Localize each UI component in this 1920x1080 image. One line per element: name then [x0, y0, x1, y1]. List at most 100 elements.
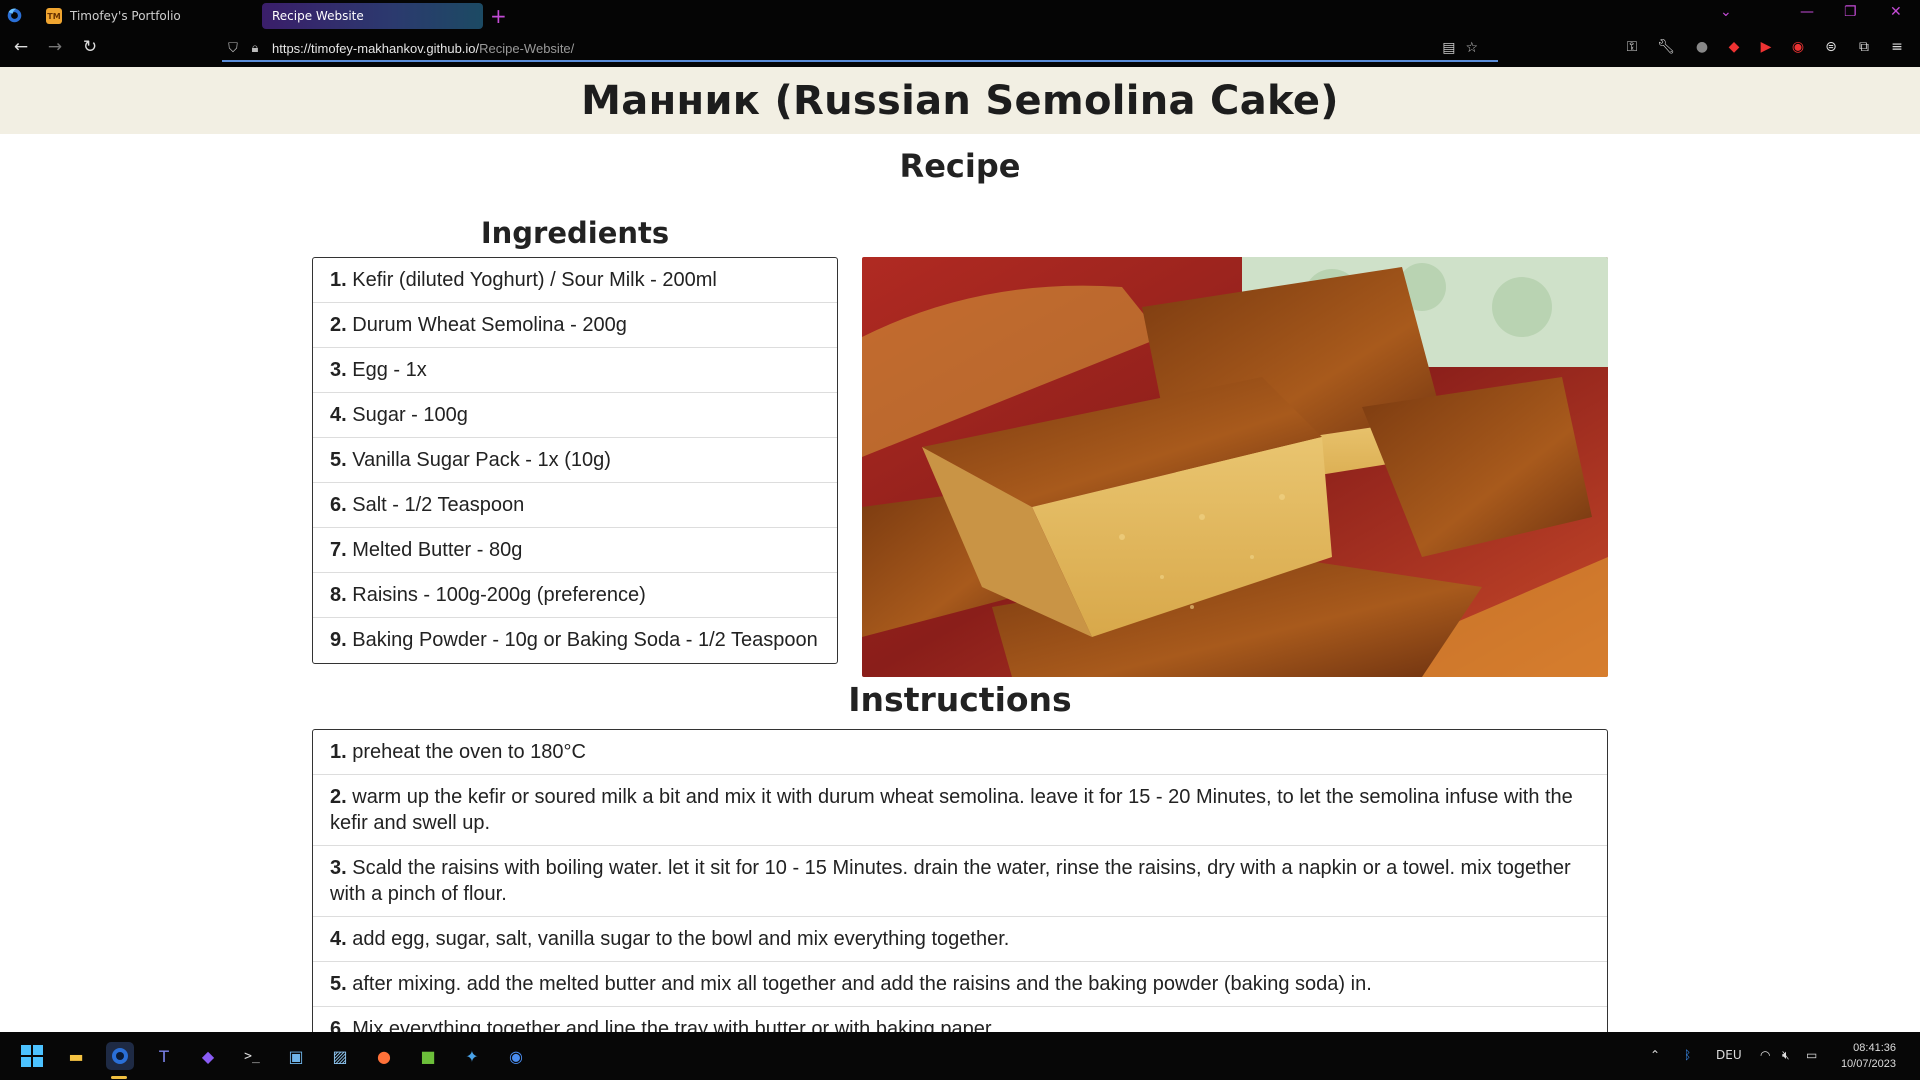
vscode-icon[interactable]: ✦ — [458, 1042, 486, 1070]
extensions-icon[interactable]: ⧉ — [1854, 39, 1874, 55]
ingredient-text: Egg - 1x — [352, 359, 427, 381]
menu-icon[interactable]: ≡ — [1887, 39, 1907, 55]
minimize-icon[interactable]: — — [1800, 4, 1814, 20]
obsidian-icon[interactable]: ◆ — [194, 1042, 222, 1070]
ingredient-text: Baking Powder - 10g or Baking Soda - 1/2… — [352, 629, 818, 651]
ingredient-number: 3. — [330, 359, 347, 381]
ingredient-text: Kefir (diluted Yoghurt) / Sour Milk - 20… — [352, 269, 717, 291]
list-all-tabs-icon[interactable]: ⌄ — [1720, 4, 1732, 20]
ingredient-item: 5. Vanilla Sugar Pack - 1x (10g) — [313, 438, 837, 483]
instructions-list: 1. preheat the oven to 180°C 2. warm up t… — [312, 729, 1608, 1032]
ingredient-number: 9. — [330, 629, 347, 651]
grammar-icon[interactable]: ⊜ — [1821, 39, 1841, 55]
tab-bar: TM Timofey's Portfolio Recipe Website + … — [0, 0, 1920, 31]
ingredient-number: 8. — [330, 584, 347, 606]
instruction-number: 6. — [330, 1018, 347, 1032]
instruction-text: add egg, sugar, salt, vanilla sugar to t… — [352, 928, 1010, 950]
reload-icon[interactable]: ↻ — [78, 37, 102, 57]
screenshot-icon[interactable]: ◉ — [1788, 39, 1808, 55]
tab-label: Timofey's Portfolio — [70, 9, 181, 23]
ingredient-number: 4. — [330, 404, 347, 426]
resource-monitor-icon[interactable]: ▨ — [326, 1042, 354, 1070]
instruction-item: 6. Mix everything together and line the … — [313, 1007, 1607, 1032]
ingredient-number: 1. — [330, 269, 347, 291]
browser-chrome: TM Timofey's Portfolio Recipe Website + … — [0, 0, 1920, 67]
ingredient-number: 7. — [330, 539, 347, 561]
ingredient-item: 9. Baking Powder - 10g or Baking Soda - … — [313, 618, 837, 663]
start-icon[interactable] — [18, 1042, 46, 1070]
ingredient-number: 6. — [330, 494, 347, 516]
show-hidden-icons-icon[interactable]: ⌃ — [1650, 1048, 1660, 1062]
url-text: https://timofey-makhankov.github.io/Reci… — [272, 40, 575, 56]
ingredient-text: Salt - 1/2 Teaspoon — [352, 494, 525, 516]
instruction-number: 3. — [330, 857, 347, 879]
instruction-text: after mixing. add the melted butter and … — [352, 973, 1372, 995]
instruction-number: 1. — [330, 741, 347, 763]
page-header: Манник (Russian Semolina Cake) — [0, 67, 1920, 134]
ingredient-text: Melted Butter - 80g — [352, 539, 523, 561]
active-app-indicator — [111, 1076, 127, 1079]
instruction-number: 2. — [330, 786, 347, 808]
new-tab-button[interactable]: + — [490, 4, 507, 28]
youtube-ext-icon[interactable]: ▶ — [1756, 39, 1776, 55]
forward-icon[interactable]: → — [43, 37, 67, 57]
ingredients-list: 1. Kefir (diluted Yoghurt) / Sour Milk -… — [312, 257, 838, 664]
vpn-icon[interactable]: ● — [1692, 39, 1712, 55]
clock-date: 10/07/2023 — [1840, 1058, 1896, 1070]
tab-label: Recipe Website — [272, 9, 364, 23]
ingredient-item: 2. Durum Wheat Semolina - 200g — [313, 303, 837, 348]
language-indicator[interactable]: DEU — [1716, 1048, 1742, 1062]
bluetooth-icon[interactable]: ᛒ — [1684, 1048, 1691, 1062]
instruction-text: Mix everything together and line the tra… — [352, 1018, 992, 1032]
ingredients-heading: Ingredients — [480, 216, 670, 250]
terminal-icon[interactable]: >_ — [238, 1042, 266, 1070]
key-icon[interactable]: ⚿ — [1622, 39, 1642, 55]
instruction-item: 2. warm up the kefir or soured milk a bi… — [313, 775, 1607, 846]
ingredient-text: Raisins - 100g-200g (preference) — [352, 584, 646, 606]
instruction-item: 5. after mixing. add the melted butter a… — [313, 962, 1607, 1007]
nav-bar: ← → ↻ ⛉ 🔒︎ https://timofey-makhankov.git… — [0, 31, 1920, 67]
semolina-cake-image — [862, 257, 1608, 677]
instructions-heading: Instructions — [848, 680, 1072, 719]
lock-icon[interactable]: 🔒︎ — [244, 41, 266, 56]
cake-photo — [862, 257, 1608, 677]
firefox-menu-icon[interactable] — [6, 7, 23, 24]
volume-muted-icon[interactable]: 🔇︎ — [1782, 1048, 1790, 1063]
ingredient-text: Vanilla Sugar Pack - 1x (10g) — [352, 449, 611, 471]
firefox-icon[interactable]: ● — [370, 1042, 398, 1070]
ingredient-item: 4. Sugar - 100g — [313, 393, 837, 438]
portfolio-favicon-icon: TM — [46, 8, 62, 24]
minecraft-icon[interactable]: ■ — [414, 1042, 442, 1070]
instruction-number: 5. — [330, 973, 347, 995]
ingredient-number: 5. — [330, 449, 347, 471]
control-panel-icon[interactable]: ▣ — [282, 1042, 310, 1070]
ingredient-item: 1. Kefir (diluted Yoghurt) / Sour Milk -… — [313, 258, 837, 303]
ingredient-text: Sugar - 100g — [352, 404, 468, 426]
ingredient-item: 6. Salt - 1/2 Teaspoon — [313, 483, 837, 528]
tracking-shield-icon[interactable]: ⛉ — [222, 41, 244, 56]
wrench-icon[interactable]: 🔧︎ — [1656, 39, 1676, 55]
browser-icon[interactable]: ◉ — [502, 1042, 530, 1070]
firefox-dev-icon[interactable] — [106, 1042, 134, 1070]
close-window-icon[interactable]: ✕ — [1890, 4, 1902, 20]
restore-icon[interactable]: ❐ — [1844, 4, 1857, 20]
back-icon[interactable]: ← — [9, 37, 33, 57]
reader-bookmark-icons[interactable]: ▤☆ — [1442, 40, 1488, 56]
battery-icon[interactable]: ▭ — [1806, 1048, 1817, 1062]
instruction-text: warm up the kefir or soured milk a bit a… — [330, 786, 1573, 834]
instruction-item: 4. add egg, sugar, salt, vanilla sugar t… — [313, 917, 1607, 962]
ingredient-number: 2. — [330, 314, 347, 336]
instruction-number: 4. — [330, 928, 347, 950]
clock[interactable]: 08:41:36 10/07/2023 — [1841, 1040, 1896, 1072]
address-bar[interactable]: ⛉ 🔒︎ https://timofey-makhankov.github.io… — [222, 36, 1498, 62]
tab-recipe-website[interactable]: Recipe Website — [262, 3, 483, 29]
taskbar: ▬ T ◆ >_ ▣ ▨ ● ■ ✦ ◉ ⌃ ᛒ DEU ◠ 🔇︎ ▭ 08:4… — [0, 1032, 1920, 1080]
file-explorer-icon[interactable]: ▬ — [62, 1042, 90, 1070]
ublock-icon[interactable]: ◆ — [1724, 39, 1744, 55]
page-title: Манник (Russian Semolina Cake) — [581, 77, 1339, 124]
web-page: Манник (Russian Semolina Cake) Recipe In… — [0, 67, 1920, 1032]
wifi-icon[interactable]: ◠ — [1760, 1048, 1770, 1062]
tab-portfolio[interactable]: TM Timofey's Portfolio — [36, 3, 256, 29]
teams-icon[interactable]: T — [150, 1042, 178, 1070]
instruction-item: 1. preheat the oven to 180°C — [313, 730, 1607, 775]
